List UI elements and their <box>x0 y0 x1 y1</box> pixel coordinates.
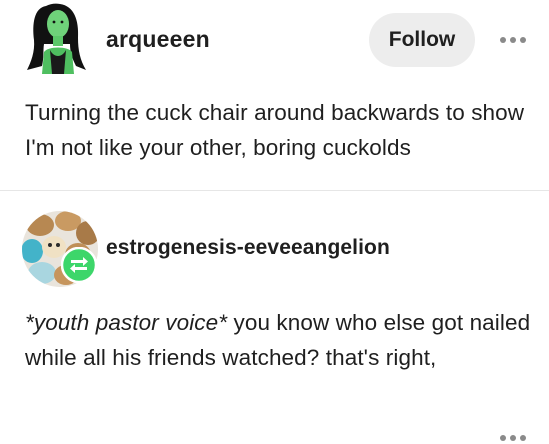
post-author[interactable]: estrogenesis-eeveeangelion <box>106 236 390 260</box>
more-options-icon[interactable] <box>498 34 528 46</box>
more-options-icon[interactable] <box>498 432 528 444</box>
post-divider <box>0 190 549 191</box>
post-author[interactable]: arqueeen <box>106 26 210 53</box>
post-body-italic: *youth pastor voice* <box>25 310 228 335</box>
post-body: *youth pastor voice* you know who else g… <box>25 305 540 375</box>
reblog-post: estrogenesis-eeveeangelion *youth pastor… <box>0 192 549 441</box>
user-avatar-icon[interactable] <box>22 0 92 74</box>
post-body: Turning the cuck chair around backwards … <box>25 100 525 160</box>
post: arqueeen Follow Turning the cuck chair a… <box>0 0 549 190</box>
reblog-icon <box>61 247 97 283</box>
follow-button[interactable]: Follow <box>369 13 475 67</box>
